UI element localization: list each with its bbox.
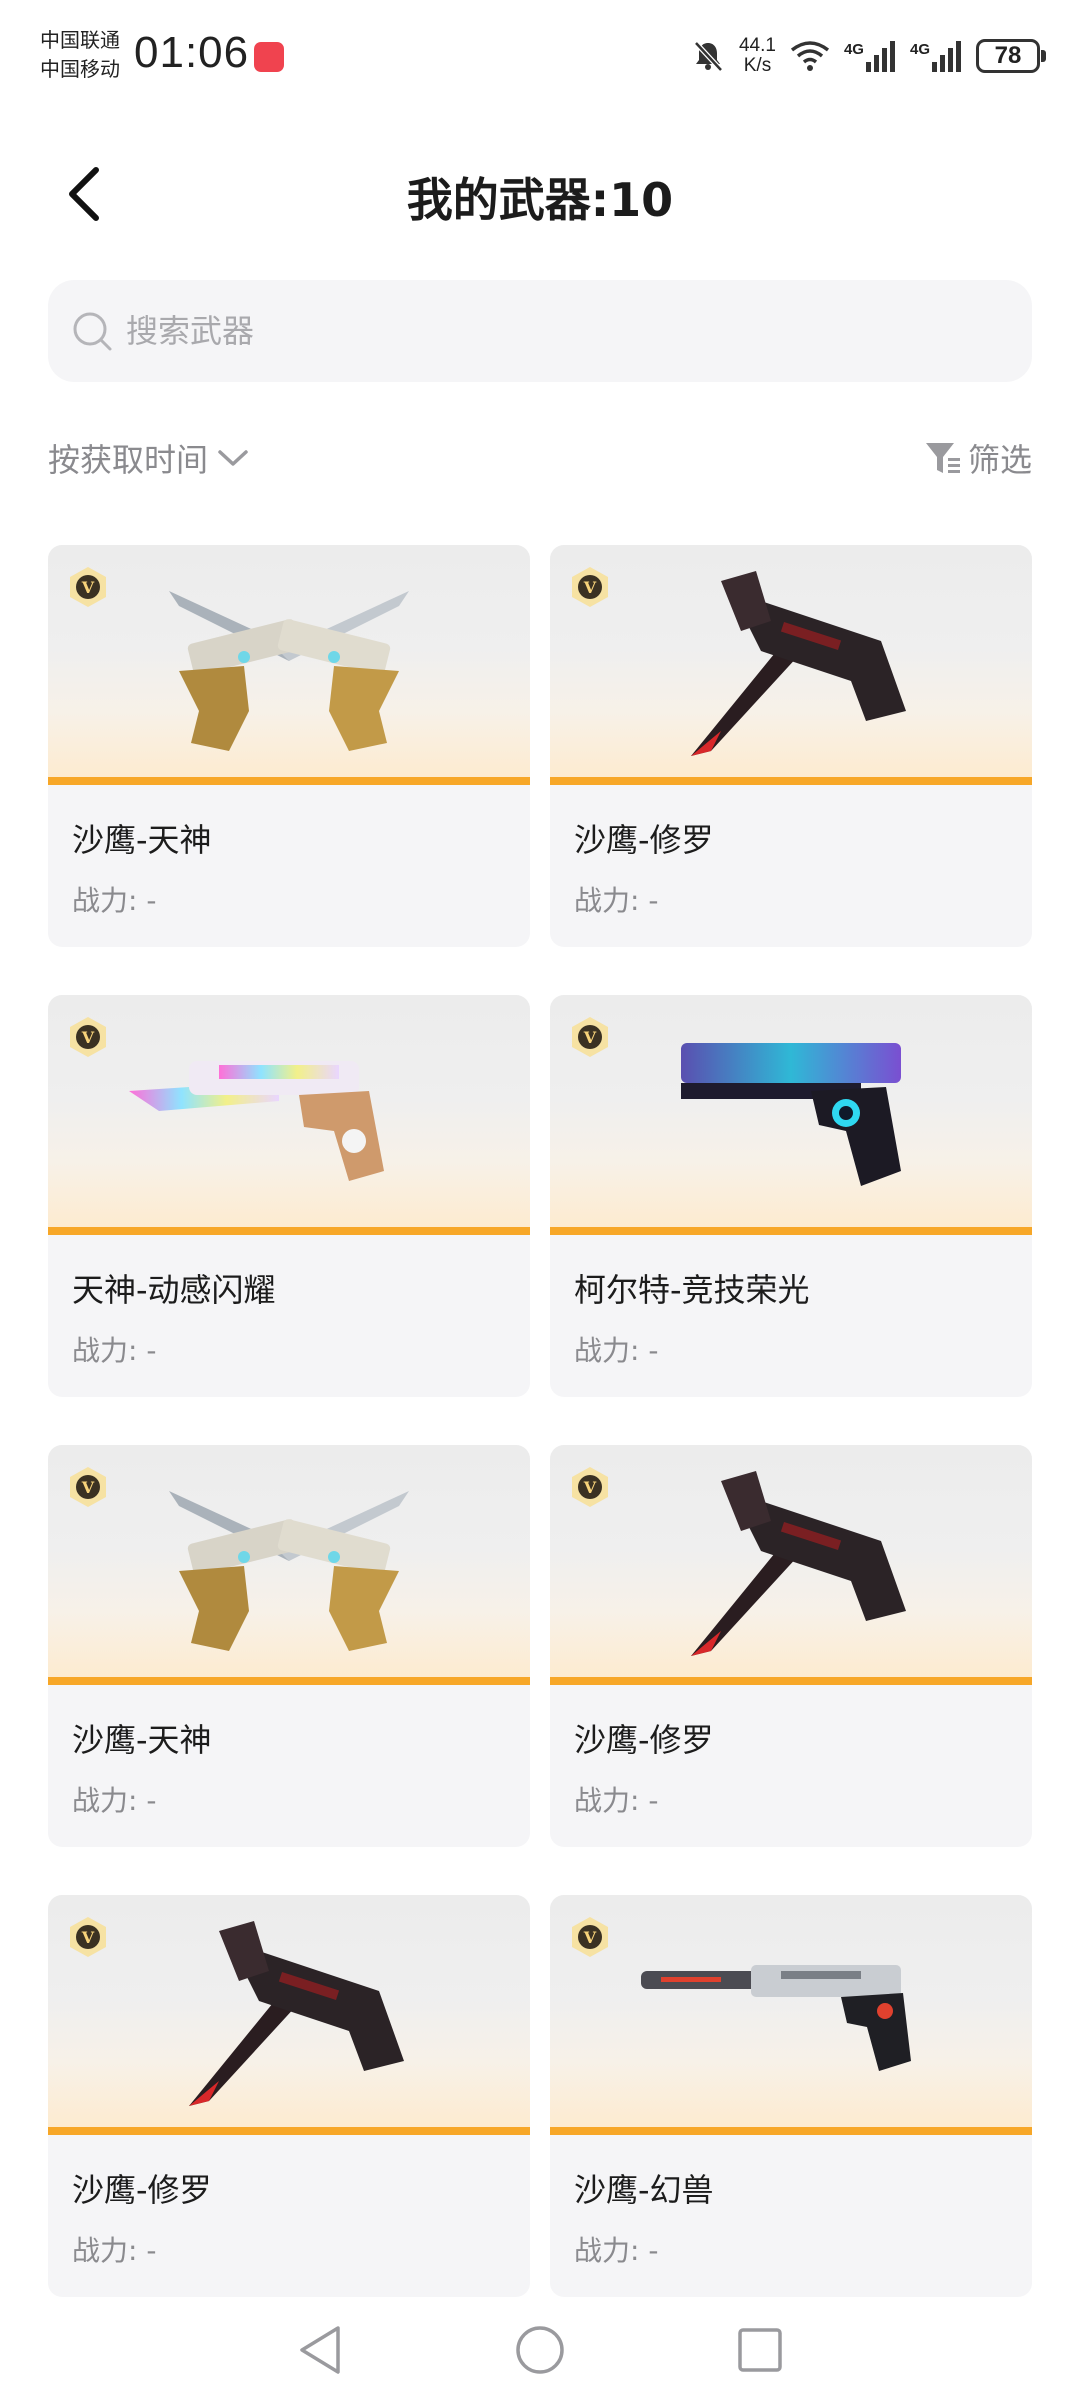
sort-label: 按获取时间 bbox=[48, 441, 209, 479]
svg-text:V: V bbox=[583, 1928, 597, 1947]
weapon-card[interactable]: V 沙鹰-修罗 战力: - bbox=[48, 1895, 530, 2297]
app-notification-icon bbox=[254, 42, 284, 72]
carrier-names: 中国联通 中国移动 bbox=[40, 26, 120, 84]
signal-1: 4G bbox=[844, 40, 896, 72]
weapon-image-area: V bbox=[550, 1445, 1032, 1685]
weapon-image-area: V bbox=[48, 545, 530, 785]
gold-dual-pistol-icon bbox=[169, 1491, 409, 1651]
weapon-card[interactable]: V 沙鹰-修罗 战力: - bbox=[550, 545, 1032, 947]
carrier-2: 中国移动 bbox=[40, 57, 120, 81]
svg-text:V: V bbox=[583, 578, 597, 597]
weapon-power: 战力: - bbox=[574, 1334, 659, 1367]
weapon-power: 战力: - bbox=[574, 884, 659, 917]
weapon-image-area: V bbox=[48, 1445, 530, 1685]
status-bar: 中国联通 中国移动 01:06 44.1 K/s 4G 4G 78 bbox=[0, 0, 1080, 110]
svg-text:V: V bbox=[81, 1478, 95, 1497]
iridescent-pistol-icon bbox=[129, 1061, 384, 1181]
battery-indicator: 78 bbox=[976, 39, 1046, 73]
weapon-image-area: V bbox=[550, 545, 1032, 785]
neon-colt-pistol-icon bbox=[681, 1043, 901, 1186]
carrier-1: 中国联通 bbox=[40, 28, 120, 52]
weapon-card[interactable]: V 柯尔特-竞技荣光 战力: - bbox=[550, 995, 1032, 1397]
weapon-name: 沙鹰-修罗 bbox=[72, 2171, 212, 2209]
search-bar[interactable] bbox=[48, 280, 1032, 382]
dark-crossed-pistol-icon bbox=[189, 1921, 404, 2106]
nav-back-button[interactable] bbox=[290, 2320, 350, 2380]
weapon-card[interactable]: V 沙鹰-修罗 战力: - bbox=[550, 1445, 1032, 1847]
weapon-image-area: V bbox=[550, 1895, 1032, 2135]
vip-badge-icon: V bbox=[572, 1917, 608, 1957]
mute-bell-icon bbox=[694, 41, 723, 72]
status-icons: 44.1 K/s 4G 4G 78 bbox=[691, 34, 1046, 78]
search-input[interactable] bbox=[126, 312, 946, 350]
page-title: 我的武器:10 bbox=[406, 173, 674, 227]
sort-dropdown[interactable]: 按获取时间 bbox=[48, 430, 250, 486]
circle-home-icon bbox=[516, 2326, 564, 2374]
signal-bars-icon bbox=[932, 41, 961, 72]
system-navigation-bar bbox=[0, 2300, 1080, 2400]
weapon-grid: V 沙鹰-天神 战力: - V 沙鹰-修罗 战力: - V 天神-动感闪耀 战力… bbox=[48, 545, 1032, 2297]
dark-crossed-pistol-icon bbox=[691, 1471, 906, 1656]
signal-bars-icon bbox=[865, 41, 895, 72]
weapon-power: 战力: - bbox=[72, 1784, 157, 1817]
vip-badge-icon: V bbox=[572, 1467, 608, 1507]
weapon-image-area: V bbox=[48, 995, 530, 1235]
nav-home-button[interactable] bbox=[510, 2320, 570, 2380]
svg-text:V: V bbox=[81, 1028, 95, 1047]
filter-button[interactable]: 筛选 bbox=[924, 430, 1032, 486]
vip-badge-icon: V bbox=[572, 567, 608, 607]
weapon-name: 天神-动感闪耀 bbox=[72, 1271, 276, 1309]
vip-badge-icon: V bbox=[70, 1467, 106, 1507]
weapon-power: 战力: - bbox=[574, 2234, 659, 2267]
weapon-power: 战力: - bbox=[574, 1784, 659, 1817]
chevron-down-icon bbox=[218, 450, 248, 466]
filter-label: 筛选 bbox=[967, 441, 1032, 479]
weapon-card[interactable]: V 沙鹰-天神 战力: - bbox=[48, 545, 530, 947]
svg-text:V: V bbox=[81, 578, 95, 597]
weapon-name: 沙鹰-天神 bbox=[72, 1721, 212, 1759]
weapon-image-area: V bbox=[550, 995, 1032, 1235]
clock: 01:06 bbox=[134, 28, 250, 77]
weapon-power: 战力: - bbox=[72, 1334, 157, 1367]
vip-badge-icon: V bbox=[70, 1917, 106, 1957]
weapon-card[interactable]: V 沙鹰-幻兽 战力: - bbox=[550, 1895, 1032, 2297]
vip-badge-icon: V bbox=[572, 1017, 608, 1057]
weapon-name: 沙鹰-修罗 bbox=[574, 1721, 714, 1759]
weapon-name: 沙鹰-幻兽 bbox=[574, 2171, 714, 2209]
signal-2: 4G bbox=[910, 40, 962, 72]
weapon-image-area: V bbox=[48, 1895, 530, 2135]
svg-text:V: V bbox=[583, 1028, 597, 1047]
filter-icon bbox=[925, 443, 960, 473]
weapon-name: 柯尔特-竞技荣光 bbox=[574, 1271, 810, 1309]
vip-badge-icon: V bbox=[70, 1017, 106, 1057]
search-icon bbox=[73, 312, 112, 351]
network-speed: 44.1 K/s bbox=[738, 35, 776, 76]
svg-text:V: V bbox=[81, 1928, 95, 1947]
nav-recents-button[interactable] bbox=[730, 2320, 790, 2380]
wifi-icon bbox=[790, 41, 830, 71]
triangle-back-icon bbox=[300, 2326, 340, 2374]
silver-long-pistol-icon bbox=[641, 1965, 911, 2071]
weapon-card[interactable]: V 沙鹰-天神 战力: - bbox=[48, 1445, 530, 1847]
square-recents-icon bbox=[738, 2328, 782, 2372]
weapon-power: 战力: - bbox=[72, 2234, 157, 2267]
vip-badge-icon: V bbox=[70, 567, 106, 607]
weapon-power: 战力: - bbox=[72, 884, 157, 917]
svg-text:V: V bbox=[583, 1478, 597, 1497]
dark-crossed-pistol-icon bbox=[691, 571, 906, 756]
weapon-name: 沙鹰-修罗 bbox=[574, 821, 714, 859]
weapon-card[interactable]: V 天神-动感闪耀 战力: - bbox=[48, 995, 530, 1397]
gold-dual-pistol-icon bbox=[169, 591, 409, 751]
weapon-name: 沙鹰-天神 bbox=[72, 821, 212, 859]
